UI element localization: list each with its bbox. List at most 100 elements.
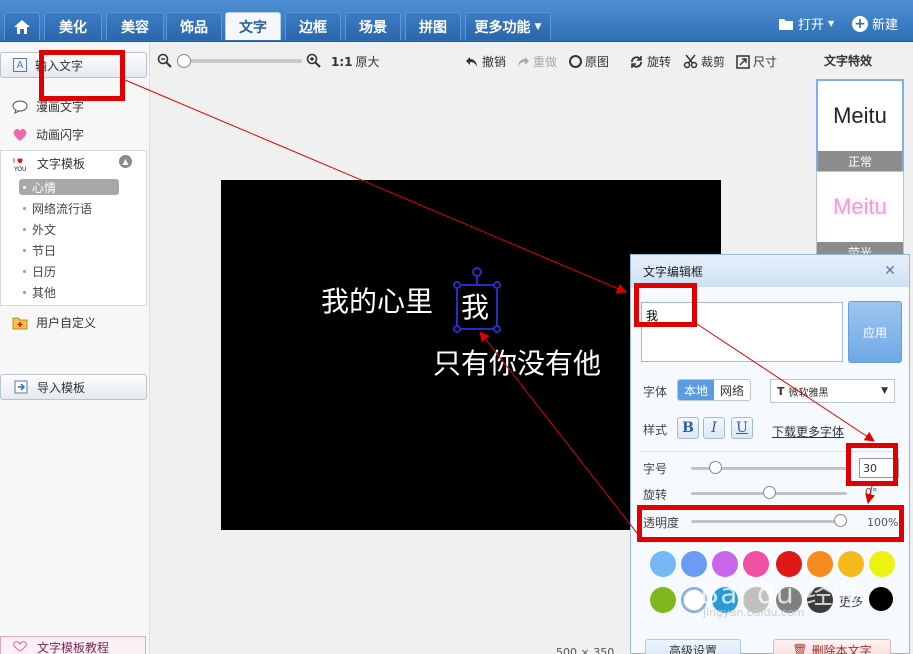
tab-label: 美化 bbox=[59, 19, 87, 36]
color-swatch[interactable] bbox=[650, 551, 676, 577]
caret-down-icon: ▼ bbox=[828, 19, 835, 28]
tab-border[interactable]: 边框 bbox=[285, 12, 341, 40]
tab-collage[interactable]: 拼图 bbox=[405, 12, 461, 40]
tab-text[interactable]: 文字 bbox=[225, 12, 281, 40]
template-item-other[interactable]: 其他 bbox=[19, 284, 119, 300]
zoom-slider[interactable] bbox=[180, 59, 302, 63]
resize-button[interactable]: 尺寸 bbox=[736, 53, 777, 70]
resize-handle[interactable] bbox=[493, 325, 501, 333]
tutorial-label: 文字模板教程 bbox=[37, 640, 110, 654]
caret-down-icon: ▼ bbox=[534, 21, 542, 32]
template-item-foreign[interactable]: 外文 bbox=[19, 221, 119, 237]
selection-rotate-handle[interactable] bbox=[472, 267, 482, 277]
canvas-text-line1[interactable]: 我的心里 bbox=[321, 280, 433, 320]
animated-text-item[interactable]: 动画闪字 bbox=[12, 126, 84, 143]
zoom-out-button[interactable] bbox=[157, 53, 172, 68]
template-item-internet-slang[interactable]: 网络流行语 bbox=[19, 200, 119, 216]
zoom-slider-handle[interactable] bbox=[177, 54, 191, 68]
tab-beautify[interactable]: 美化 bbox=[44, 12, 102, 40]
animated-text-label: 动画闪字 bbox=[36, 128, 85, 142]
font-family-select[interactable]: T 微软雅黑 ▼ bbox=[770, 379, 895, 403]
tab-label: 饰品 bbox=[180, 19, 208, 36]
custom-template-item[interactable]: 用户自定义 bbox=[12, 314, 96, 331]
resize-handle[interactable] bbox=[453, 281, 461, 289]
download-more-fonts-link[interactable]: 下载更多字体 bbox=[772, 423, 844, 440]
speech-bubble-icon bbox=[12, 99, 28, 115]
bold-button[interactable]: B bbox=[677, 417, 699, 439]
original-size-button[interactable]: 1:1 原大 bbox=[331, 53, 380, 70]
advanced-settings-button[interactable]: 高级设置 bbox=[645, 639, 741, 654]
import-template-button[interactable]: 导入模板 bbox=[0, 374, 147, 400]
font-size-slider-handle[interactable] bbox=[709, 461, 722, 474]
text-template-label: 文字模板 bbox=[37, 157, 86, 171]
annotation-box-opacity bbox=[637, 505, 904, 542]
color-swatch[interactable] bbox=[869, 587, 893, 611]
text-template-header[interactable]: I YOU 文字模板 ▲ bbox=[13, 155, 132, 172]
tab-decor[interactable]: 饰品 bbox=[166, 12, 222, 40]
color-swatch[interactable] bbox=[869, 551, 895, 577]
tab-face[interactable]: 美容 bbox=[106, 12, 164, 40]
text-template-panel: I YOU 文字模板 ▲ 心情 网络流行语 外文 节日 日历 其他 bbox=[0, 150, 147, 306]
effect-sample: Meitu bbox=[833, 194, 887, 219]
collapse-icon[interactable]: ▲ bbox=[119, 155, 132, 168]
rotate-label: 旋转 bbox=[647, 55, 672, 69]
color-swatch[interactable] bbox=[650, 587, 676, 613]
font-network-option[interactable]: 网络 bbox=[714, 380, 750, 400]
scissors-icon bbox=[683, 54, 698, 69]
original-image-button[interactable]: 原图 bbox=[569, 53, 609, 70]
tab-label: 边框 bbox=[299, 19, 327, 36]
divider bbox=[639, 542, 901, 543]
svg-text:YOU: YOU bbox=[13, 166, 26, 172]
redo-label: 重做 bbox=[533, 55, 558, 69]
left-sidebar: A 输入文字 漫画文字 动画闪字 I YOU 文字模板 ▲ 心情 网络流行语 外文… bbox=[0, 43, 150, 654]
effect-normal-card[interactable]: Meitu 正常 bbox=[816, 79, 904, 173]
close-icon[interactable]: ✕ bbox=[883, 264, 897, 278]
tab-home[interactable] bbox=[4, 12, 40, 40]
new-button[interactable]: + 新建 bbox=[852, 14, 898, 33]
folder-icon bbox=[779, 18, 793, 30]
crop-button[interactable]: 裁剪 bbox=[683, 53, 725, 70]
tab-more-features[interactable]: 更多功能 ▼ bbox=[465, 12, 551, 40]
top-menu-bar: 美化 美容 饰品 文字 边框 场景 拼图 更多功能 ▼ 打开 ▼ + 新建 bbox=[0, 0, 913, 42]
template-item-mood[interactable]: 心情 bbox=[19, 179, 119, 195]
import-icon bbox=[13, 379, 29, 395]
canvas-text-line2[interactable]: 只有你没有他 bbox=[433, 342, 601, 382]
zoom-in-button[interactable] bbox=[306, 53, 321, 68]
template-tutorial-tab[interactable]: 文字模板教程 bbox=[0, 636, 146, 654]
template-item-calendar[interactable]: 日历 bbox=[19, 263, 119, 279]
circle-icon bbox=[569, 55, 582, 68]
effect-glow-card[interactable]: Meitu 荧光 bbox=[816, 171, 904, 263]
canvas-dimensions: 500 × 350 bbox=[556, 646, 615, 654]
open-button[interactable]: 打开 ▼ bbox=[778, 14, 834, 33]
rotate-button[interactable]: 旋转 bbox=[629, 53, 671, 70]
font-source-toggle: 本地 网络 bbox=[677, 379, 752, 401]
resize-handle[interactable] bbox=[453, 325, 461, 333]
resize-label: 尺寸 bbox=[753, 55, 778, 69]
original-image-label: 原图 bbox=[585, 55, 610, 69]
annotation-box-text-field bbox=[634, 283, 697, 327]
undo-button[interactable]: 撤销 bbox=[465, 53, 506, 70]
delete-text-button[interactable]: 🗑 删除本文字 bbox=[773, 639, 891, 654]
selected-text-object[interactable]: 我 bbox=[461, 286, 489, 326]
rotate-slider-handle[interactable] bbox=[763, 486, 776, 499]
redo-button[interactable]: 重做 bbox=[516, 53, 557, 70]
i-love-you-icon: I YOU bbox=[13, 156, 29, 172]
template-item-holiday[interactable]: 节日 bbox=[19, 242, 119, 258]
tab-label: 更多功能 bbox=[474, 19, 531, 36]
tab-label: 文字 bbox=[239, 19, 267, 36]
import-template-label: 导入模板 bbox=[37, 380, 86, 395]
bullet-icon bbox=[23, 185, 26, 189]
zoom-in-icon bbox=[306, 53, 321, 68]
resize-handle[interactable] bbox=[493, 281, 501, 289]
apply-button[interactable]: 应用 bbox=[848, 301, 902, 363]
tab-scene[interactable]: 场景 bbox=[345, 12, 401, 40]
resize-icon bbox=[736, 54, 750, 69]
underline-button[interactable]: U bbox=[731, 417, 753, 439]
bullet-icon bbox=[23, 206, 26, 210]
window-title-strip bbox=[0, 0, 913, 2]
font-local-option[interactable]: 本地 bbox=[678, 380, 715, 400]
bullet-icon bbox=[23, 227, 26, 231]
zoom-out-icon bbox=[157, 53, 172, 68]
italic-button[interactable]: I bbox=[703, 417, 725, 439]
effect-sample: Meitu bbox=[833, 103, 887, 128]
